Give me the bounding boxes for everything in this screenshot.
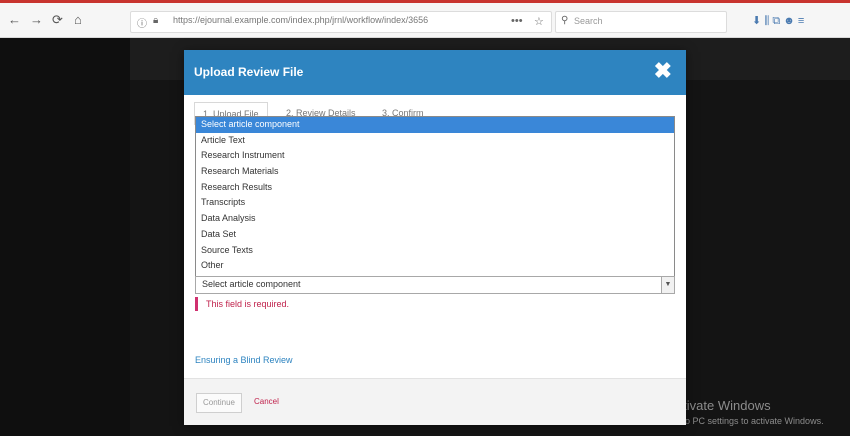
page-sidebar bbox=[0, 38, 130, 436]
bookmark-star-icon[interactable]: ☆ bbox=[534, 15, 544, 28]
search-icon: ⚲ bbox=[561, 15, 569, 26]
search-placeholder: Search bbox=[574, 16, 603, 26]
continue-button[interactable]: Continue bbox=[196, 393, 242, 413]
option-research-instrument[interactable]: Research Instrument bbox=[196, 148, 674, 164]
browser-toolbar: ← → ⟳ ⌂ ⓘ 🔒︎ https://ejournal.example.co… bbox=[0, 3, 850, 38]
chevron-down-icon[interactable]: ▼ bbox=[661, 277, 674, 293]
option-article-text[interactable]: Article Text bbox=[196, 133, 674, 149]
upload-review-file-modal: Upload Review File ✖ 1. Upload File 2. R… bbox=[184, 50, 686, 425]
option-research-materials[interactable]: Research Materials bbox=[196, 164, 674, 180]
field-required-error: This field is required. bbox=[195, 297, 289, 311]
ensuring-blind-review-link[interactable]: Ensuring a Blind Review bbox=[195, 355, 293, 365]
address-bar[interactable]: ⓘ 🔒︎ https://ejournal.example.com/index.… bbox=[130, 11, 552, 33]
article-component-dropdown-list: Select article component Article Text Re… bbox=[195, 116, 675, 278]
modal-footer: Continue Cancel bbox=[184, 378, 686, 425]
toolbar-extension-icons[interactable]: ⬇ ⫼ ⧉ ☻ ≡ bbox=[752, 14, 804, 28]
option-data-analysis[interactable]: Data Analysis bbox=[196, 211, 674, 227]
cancel-link[interactable]: Cancel bbox=[254, 397, 279, 406]
option-other[interactable]: Other bbox=[196, 258, 674, 274]
modal-header: Upload Review File ✖ bbox=[184, 50, 686, 95]
modal-title: Upload Review File bbox=[194, 65, 304, 79]
close-icon[interactable]: ✖ bbox=[654, 59, 672, 83]
search-input[interactable]: ⚲ Search bbox=[555, 11, 727, 33]
info-icon: ⓘ bbox=[137, 19, 147, 30]
lock-icon: 🔒︎ bbox=[153, 15, 159, 26]
option-source-texts[interactable]: Source Texts bbox=[196, 243, 674, 259]
back-button[interactable]: ← bbox=[8, 12, 21, 28]
home-button[interactable]: ⌂ bbox=[74, 12, 82, 28]
page-actions-icon[interactable]: ••• bbox=[511, 15, 523, 27]
option-research-results[interactable]: Research Results bbox=[196, 180, 674, 196]
article-component-select[interactable]: Select article component ▼ bbox=[195, 276, 675, 294]
reload-button[interactable]: ⟳ bbox=[52, 12, 63, 28]
option-transcripts[interactable]: Transcripts bbox=[196, 195, 674, 211]
windows-activation-watermark: Activate Windows Go to PC settings to ac… bbox=[668, 398, 824, 426]
watermark-line1: Activate Windows bbox=[668, 398, 771, 413]
option-data-set[interactable]: Data Set bbox=[196, 227, 674, 243]
select-current-value: Select article component bbox=[202, 279, 301, 289]
url-text: https://ejournal.example.com/index.php/j… bbox=[173, 15, 429, 25]
watermark-line2: Go to PC settings to activate Windows. bbox=[668, 416, 824, 426]
option-select-article-component[interactable]: Select article component bbox=[196, 117, 674, 133]
forward-button[interactable]: → bbox=[30, 12, 43, 28]
